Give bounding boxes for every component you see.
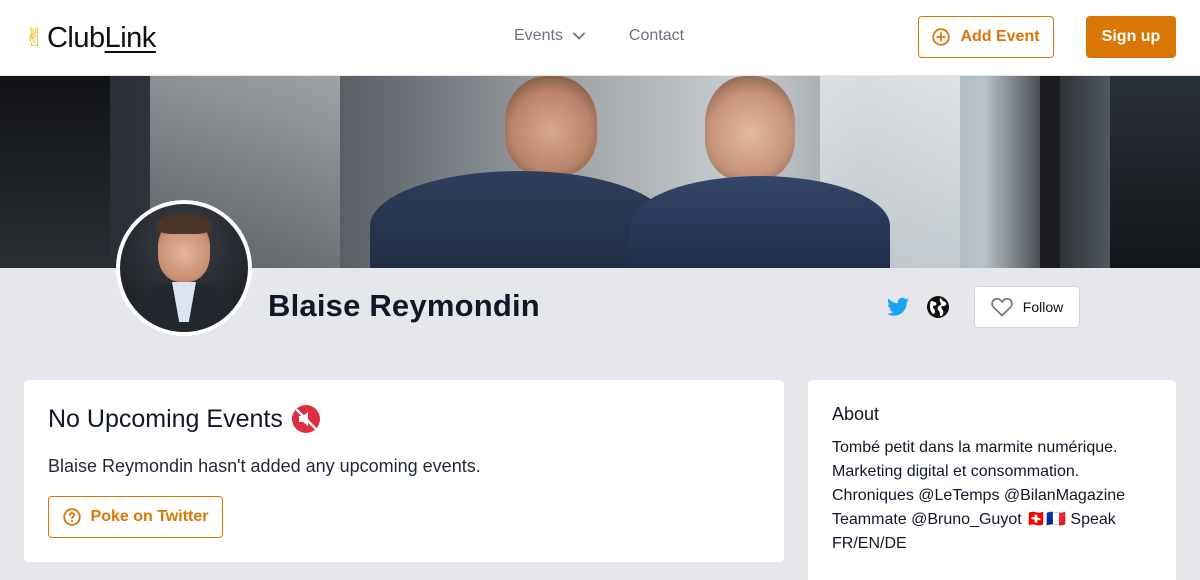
- about-title: About: [832, 404, 880, 424]
- profile-avatar: [116, 200, 252, 336]
- muted-speaker-icon: [291, 405, 320, 433]
- add-event-button[interactable]: Add Event: [918, 16, 1054, 58]
- nav-events-dropdown[interactable]: Events: [514, 27, 585, 45]
- victory-hand-icon: ✌: [24, 23, 45, 52]
- logo-text-link: Link: [104, 21, 157, 54]
- website-link[interactable]: [926, 295, 950, 319]
- signup-button[interactable]: Sign up: [1086, 16, 1176, 58]
- twitter-link[interactable]: [886, 295, 910, 319]
- question-circle-icon: [62, 508, 81, 526]
- plus-circle-icon: [932, 28, 951, 46]
- top-navbar: ✌ Club Link Events Contact Add Event Sig…: [0, 0, 1200, 76]
- globe-icon: [927, 296, 949, 318]
- heart-icon: [991, 297, 1013, 317]
- profile-name: Blaise Reymondin: [268, 288, 540, 323]
- nav-events-label: Events: [514, 27, 563, 44]
- no-events-message: Blaise Reymondin hasn't added any upcomi…: [48, 456, 481, 476]
- logo-text-club: Club: [46, 21, 105, 54]
- poke-on-twitter-button[interactable]: Poke on Twitter: [48, 496, 223, 538]
- follow-label: Follow: [1022, 299, 1064, 315]
- upcoming-events-card: No Upcoming Events Blaise Reymondin hasn…: [24, 380, 784, 562]
- add-event-label: Add Event: [960, 28, 1040, 45]
- about-card: About Tombé petit dans la marmite numéri…: [808, 380, 1176, 580]
- events-title-text: No Upcoming Events: [48, 404, 283, 433]
- avatar-photo: [120, 204, 248, 332]
- chevron-down-icon: [573, 32, 585, 40]
- poke-label: Poke on Twitter: [90, 508, 209, 525]
- nav-contact-link[interactable]: Contact: [629, 27, 684, 45]
- main-nav: Events Contact: [514, 27, 684, 45]
- twitter-icon: [887, 297, 909, 316]
- clublink-logo[interactable]: ✌ Club Link: [24, 20, 156, 56]
- follow-button[interactable]: Follow: [974, 286, 1080, 328]
- about-text: Tombé petit dans la marmite numérique. M…: [832, 439, 1126, 552]
- events-title: No Upcoming Events: [48, 404, 321, 434]
